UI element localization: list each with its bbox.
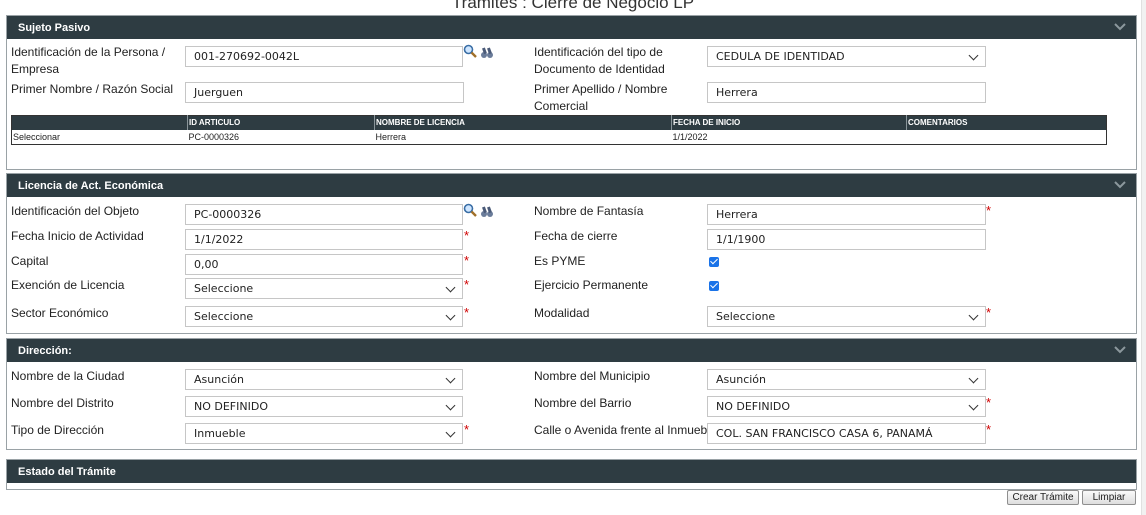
panel-sujeto-pasivo: Sujeto Pasivo Identificación de la Perso… bbox=[6, 15, 1137, 170]
pyme-label: Es PYME bbox=[534, 254, 586, 268]
ejercicio-label: Ejercicio Permanente bbox=[534, 278, 649, 292]
objeto-label: Identificación del Objeto bbox=[11, 204, 140, 218]
search-icon[interactable] bbox=[463, 44, 477, 58]
required-mark: * bbox=[464, 253, 470, 268]
sector-select[interactable]: Seleccione bbox=[185, 306, 463, 327]
capital-label: Capital bbox=[11, 254, 49, 268]
municipio-select[interactable]: Asunción bbox=[707, 369, 986, 390]
limpiar-button[interactable]: Limpiar bbox=[1082, 490, 1136, 505]
capital-input[interactable]: 0,00 bbox=[185, 254, 463, 275]
chevron-down-icon[interactable] bbox=[1114, 345, 1126, 355]
fecha-inicio-label: Fecha Inicio de Actividad bbox=[11, 229, 144, 243]
apellido-label: Primer Apellido / Nombre Comercial bbox=[534, 82, 668, 113]
ciudad-label: Nombre de la Ciudad bbox=[11, 369, 125, 383]
barrio-select[interactable]: NO DEFINIDO bbox=[707, 396, 986, 417]
fecha-inicio-input[interactable]: 1/1/2022 bbox=[185, 229, 463, 250]
chevron-down-icon[interactable] bbox=[1114, 22, 1126, 32]
grid-header: FECHA DE INICIO bbox=[671, 115, 907, 130]
seleccionar-link[interactable]: Seleccionar bbox=[12, 130, 188, 145]
nombre-label: Primer Nombre / Razón Social bbox=[11, 82, 174, 96]
fecha-cierre-label: Fecha de cierre bbox=[534, 229, 618, 243]
required-mark: * bbox=[464, 228, 470, 243]
panel-title: Estado del Trámite bbox=[18, 466, 116, 478]
panel-header: Licencia de Act. Económica bbox=[7, 174, 1136, 197]
modalidad-select[interactable]: Seleccione bbox=[707, 306, 986, 327]
distrito-label: Nombre del Distrito bbox=[11, 396, 114, 410]
calle-label: Calle o Avenida frente al Inmueble bbox=[534, 423, 717, 437]
binoculars-icon[interactable] bbox=[480, 206, 494, 218]
ciudad-select[interactable]: Asunción bbox=[185, 369, 463, 390]
id-persona-label: Identificación de la Persona / Empresa bbox=[11, 45, 166, 76]
grid-cell bbox=[907, 130, 1107, 145]
tipo-doc-select[interactable]: CEDULA DE IDENTIDAD bbox=[707, 46, 986, 67]
required-mark: * bbox=[986, 422, 992, 437]
sector-label: Sector Económico bbox=[11, 306, 109, 320]
id-persona-input[interactable]: 001-270692-0042L bbox=[185, 46, 463, 67]
objeto-input[interactable]: PC-0000326 bbox=[185, 204, 463, 225]
grid-cell: Herrera bbox=[375, 131, 407, 142]
grid-header bbox=[11, 115, 188, 130]
grid-cell: PC-0000326 bbox=[188, 131, 240, 142]
panel-header: Estado del Trámite bbox=[7, 460, 1136, 483]
distrito-select[interactable]: NO DEFINIDO bbox=[185, 396, 463, 417]
panel-title: Licencia de Act. Económica bbox=[18, 180, 164, 192]
tipo-direccion-label: Tipo de Dirección bbox=[11, 423, 104, 437]
fecha-cierre-input[interactable]: 1/1/1900 bbox=[707, 229, 986, 250]
chevron-down-icon[interactable] bbox=[1114, 180, 1126, 190]
required-mark: * bbox=[986, 305, 992, 320]
grid-header: ID ARTICULO bbox=[187, 115, 375, 130]
panel-estado: Estado del Trámite bbox=[6, 459, 1137, 490]
crear-tramite-button[interactable]: Crear Trámite bbox=[1007, 490, 1079, 505]
binoculars-icon[interactable] bbox=[480, 47, 494, 59]
panel-licencia: Licencia de Act. Económica Identificació… bbox=[6, 173, 1137, 334]
tipo-direccion-select[interactable]: Inmueble bbox=[185, 423, 463, 444]
panel-title: Dirección: bbox=[18, 345, 72, 357]
municipio-label: Nombre del Municipio bbox=[534, 369, 651, 383]
barrio-label: Nombre del Barrio bbox=[534, 396, 632, 410]
exencion-label: Exención de Licencia bbox=[11, 278, 125, 292]
search-icon[interactable] bbox=[463, 203, 477, 217]
grid-header: COMENTARIOS bbox=[906, 115, 1107, 130]
required-mark: * bbox=[464, 305, 470, 320]
required-mark: * bbox=[464, 277, 470, 292]
panel-title: Sujeto Pasivo bbox=[18, 22, 91, 34]
page-title: Tramites : Cierre de Negocio LP bbox=[451, 0, 695, 12]
nombre-input[interactable]: Juerguen bbox=[185, 82, 464, 103]
licencias-grid: ID ARTICULO NOMBRE DE LICENCIA FECHA DE … bbox=[11, 115, 1107, 145]
calle-input[interactable]: COL. SAN FRANCISCO CASA 6, PANAMÁ bbox=[707, 423, 986, 444]
grid-header: NOMBRE DE LICENCIA bbox=[374, 115, 672, 130]
grid-cell: 1/1/2022 bbox=[672, 131, 708, 142]
ejercicio-checkbox[interactable] bbox=[709, 281, 719, 291]
panel-header: Dirección: bbox=[7, 339, 1136, 362]
panel-direccion: Dirección: Nombre de la Ciudad Asunción … bbox=[6, 338, 1137, 450]
exencion-select[interactable]: Seleccione bbox=[185, 278, 463, 299]
tipo-doc-label: Identificación del tipo de Documento de … bbox=[534, 45, 665, 76]
panel-header: Sujeto Pasivo bbox=[7, 16, 1136, 39]
apellido-input[interactable]: Herrera bbox=[707, 82, 986, 103]
table-row[interactable]: Seleccionar PC-0000326 Herrera 1/1/2022 bbox=[12, 130, 1107, 145]
required-mark: * bbox=[986, 203, 992, 218]
fantasia-label: Nombre de Fantasía bbox=[534, 204, 644, 218]
required-mark: * bbox=[464, 422, 470, 437]
fantasia-input[interactable]: Herrera bbox=[707, 204, 986, 225]
pyme-checkbox[interactable] bbox=[709, 257, 719, 267]
modalidad-label: Modalidad bbox=[534, 306, 590, 320]
scrollbar[interactable] bbox=[1141, 0, 1146, 515]
required-mark: * bbox=[986, 395, 992, 410]
